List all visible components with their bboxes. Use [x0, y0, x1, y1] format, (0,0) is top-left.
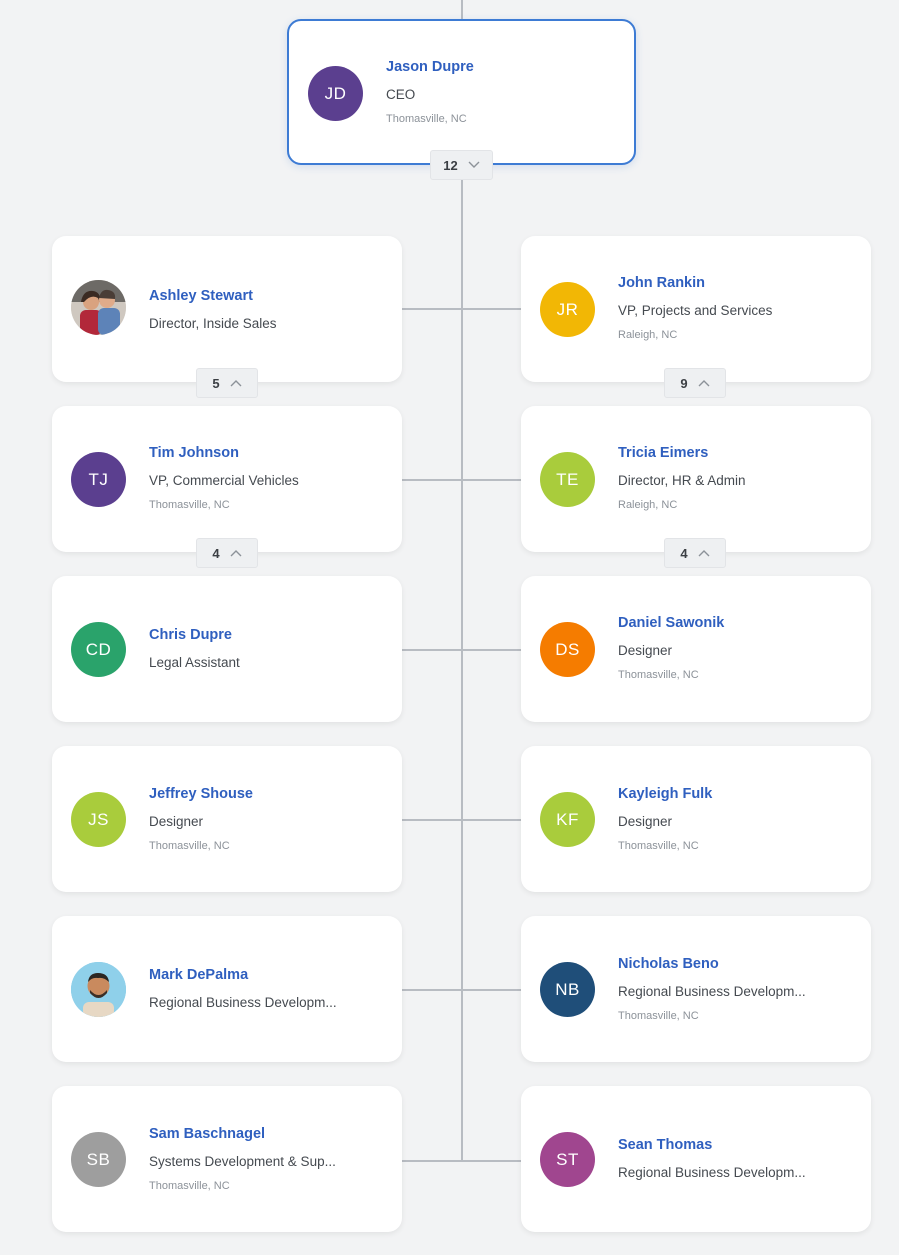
employee-title: Legal Assistant [149, 655, 240, 670]
employee-name[interactable]: Nicholas Beno [618, 956, 719, 972]
chevron-up-icon [698, 550, 710, 557]
avatar: DS [540, 622, 595, 677]
expand-reports-button[interactable]: 5 [196, 368, 258, 398]
chevron-up-icon [698, 380, 710, 387]
employee-name[interactable]: Jeffrey Shouse [149, 786, 253, 802]
employee-title: Director, Inside Sales [149, 316, 277, 331]
employee-name[interactable]: Daniel Sawonik [618, 615, 724, 631]
employee-location: Thomasville, NC [149, 499, 230, 511]
avatar-photo [71, 280, 126, 335]
avatar: TE [540, 452, 595, 507]
employee-title: Designer [618, 643, 673, 658]
connector-line-row-1 [402, 308, 521, 310]
reports-count: 4 [680, 545, 688, 561]
org-card-left-3[interactable]: CD Chris Dupre Legal Assistant [52, 576, 402, 722]
reports-count: 9 [680, 375, 688, 391]
employee-name[interactable]: Sam Baschnagel [149, 1126, 265, 1142]
employee-name[interactable]: Kayleigh Fulk [618, 786, 712, 802]
chevron-up-icon [230, 380, 242, 387]
reports-count: 5 [212, 375, 220, 391]
org-card-left-2[interactable]: TJ Tim Johnson VP, Commercial Vehicles T… [52, 406, 402, 552]
employee-location: Thomasville, NC [618, 1010, 699, 1022]
org-card-right-1[interactable]: JR John Rankin VP, Projects and Services… [521, 236, 871, 382]
avatar: JS [71, 792, 126, 847]
connector-line-row-3 [402, 649, 521, 651]
avatar: NB [540, 962, 595, 1017]
org-card-left-6[interactable]: SB Sam Baschnagel Systems Development & … [52, 1086, 402, 1232]
reports-count: 12 [443, 157, 458, 173]
employee-title: VP, Commercial Vehicles [149, 473, 299, 488]
connector-line-row-2 [402, 479, 521, 481]
employee-location: Thomasville, NC [386, 113, 467, 125]
employee-location: Thomasville, NC [149, 1180, 230, 1192]
connector-line-trunk [461, 165, 463, 1161]
org-card-right-3[interactable]: DS Daniel Sawonik Designer Thomasville, … [521, 576, 871, 722]
org-card-left-5[interactable]: Mark DePalma Regional Business Developm.… [52, 916, 402, 1062]
chevron-up-icon [230, 550, 242, 557]
employee-name[interactable]: Tricia Eimers [618, 445, 708, 461]
org-card-right-6[interactable]: ST Sean Thomas Regional Business Develop… [521, 1086, 871, 1232]
employee-name[interactable]: Jason Dupre [386, 59, 474, 75]
employee-title: Regional Business Developm... [618, 984, 806, 999]
avatar: CD [71, 622, 126, 677]
org-card-left-1[interactable]: Ashley Stewart Director, Inside Sales [52, 236, 402, 382]
avatar: ST [540, 1132, 595, 1187]
reports-count: 4 [212, 545, 220, 561]
employee-title: Designer [149, 814, 204, 829]
employee-title: VP, Projects and Services [618, 303, 773, 318]
connector-line-top [461, 0, 463, 19]
connector-line-row-6 [402, 1160, 521, 1162]
employee-name[interactable]: John Rankin [618, 275, 705, 291]
org-chart-canvas: JD Jason Dupre CEO Thomasville, NC 12 As… [0, 0, 899, 1255]
employee-title: Systems Development & Sup... [149, 1154, 336, 1169]
avatar: KF [540, 792, 595, 847]
org-card-right-2[interactable]: TE Tricia Eimers Director, HR & Admin Ra… [521, 406, 871, 552]
chevron-down-icon [468, 161, 480, 168]
expand-reports-button[interactable]: 12 [430, 150, 493, 180]
org-card-left-4[interactable]: JS Jeffrey Shouse Designer Thomasville, … [52, 746, 402, 892]
employee-name[interactable]: Sean Thomas [618, 1137, 712, 1153]
expand-reports-button[interactable]: 4 [196, 538, 258, 568]
expand-reports-button[interactable]: 9 [664, 368, 726, 398]
employee-location: Thomasville, NC [618, 840, 699, 852]
avatar: TJ [71, 452, 126, 507]
employee-name[interactable]: Tim Johnson [149, 445, 239, 461]
employee-title: Designer [618, 814, 673, 829]
connector-line-row-5 [402, 989, 521, 991]
avatar: JD [308, 66, 363, 121]
employee-name[interactable]: Mark DePalma [149, 967, 248, 983]
org-card-right-4[interactable]: KF Kayleigh Fulk Designer Thomasville, N… [521, 746, 871, 892]
employee-name[interactable]: Ashley Stewart [149, 288, 253, 304]
employee-location: Raleigh, NC [618, 499, 678, 511]
connector-line-row-4 [402, 819, 521, 821]
org-card-root[interactable]: JD Jason Dupre CEO Thomasville, NC [287, 19, 636, 165]
employee-name[interactable]: Chris Dupre [149, 627, 232, 643]
employee-location: Raleigh, NC [618, 329, 678, 341]
employee-location: Thomasville, NC [149, 840, 230, 852]
employee-title: CEO [386, 87, 416, 102]
employee-title: Director, HR & Admin [618, 473, 746, 488]
avatar-photo [71, 962, 126, 1017]
employee-location: Thomasville, NC [618, 669, 699, 681]
avatar: JR [540, 282, 595, 337]
expand-reports-button[interactable]: 4 [664, 538, 726, 568]
employee-title: Regional Business Developm... [618, 1165, 806, 1180]
org-card-right-5[interactable]: NB Nicholas Beno Regional Business Devel… [521, 916, 871, 1062]
employee-title: Regional Business Developm... [149, 995, 337, 1010]
avatar: SB [71, 1132, 126, 1187]
